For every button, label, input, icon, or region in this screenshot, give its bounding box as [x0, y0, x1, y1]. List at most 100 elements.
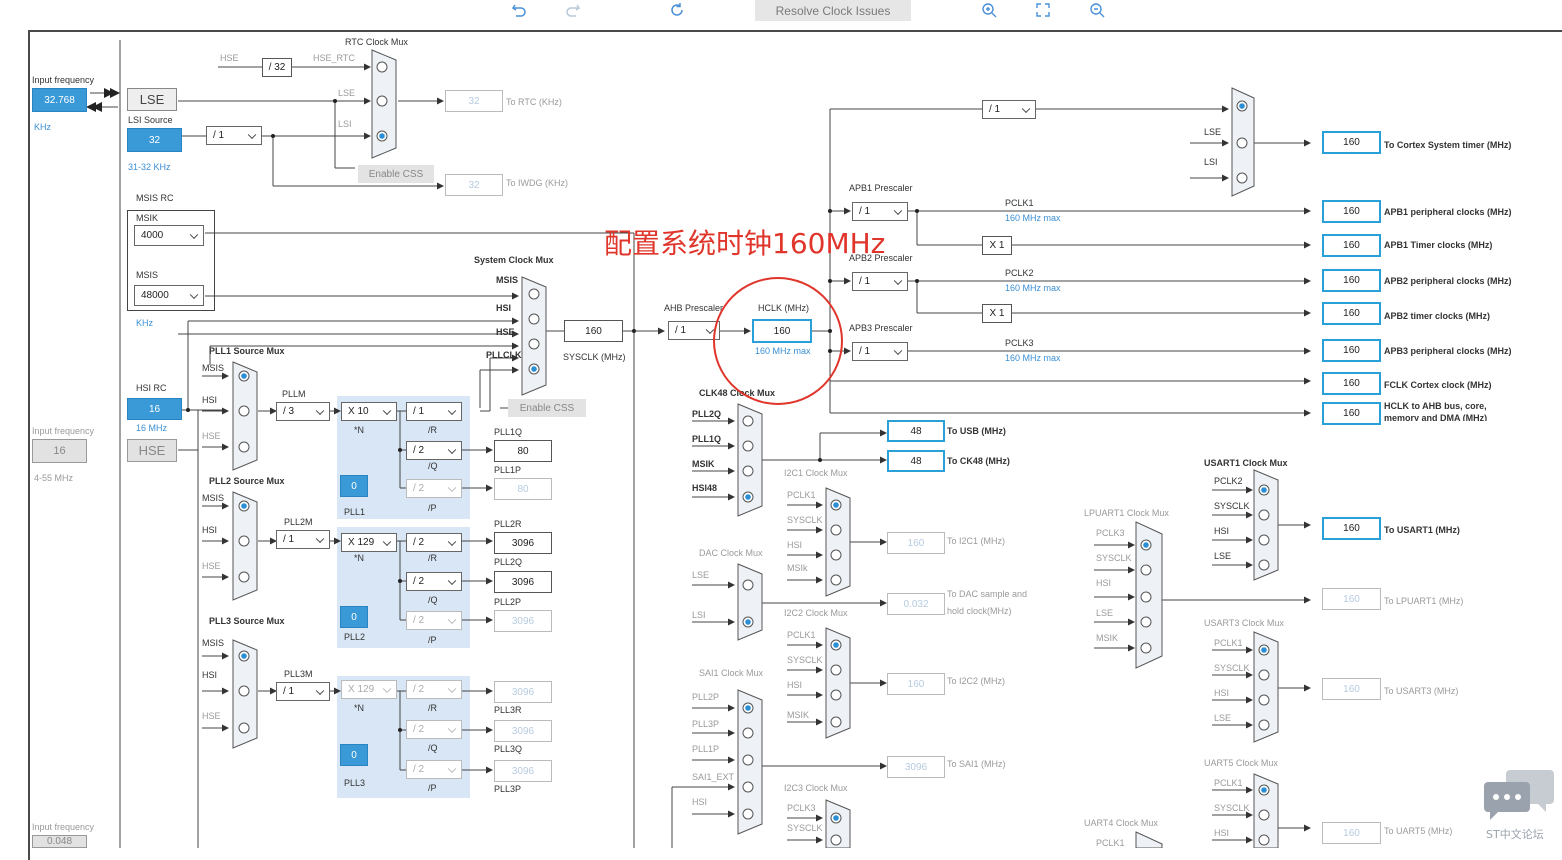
- hsi-unit: 16 MHz: [136, 423, 168, 433]
- pll2-fractional[interactable]: 0: [340, 606, 368, 628]
- cortex-output[interactable]: 160: [1322, 131, 1381, 154]
- pll1n-select[interactable]: X 10: [341, 402, 397, 421]
- apb1-prescaler-select[interactable]: / 1: [852, 202, 908, 221]
- pll3q-output: 3096: [494, 720, 552, 742]
- pll3r-output: 3096: [494, 681, 552, 703]
- rtc-hse-divider[interactable]: / 32: [262, 58, 292, 77]
- pllm-select[interactable]: / 3: [276, 402, 330, 421]
- usart1-in-hsi: HSI: [1214, 526, 1230, 536]
- usb-output-label: To USB (MHz): [947, 426, 1006, 436]
- i2c1-in-pclk1: PCLK1: [787, 490, 816, 500]
- sai1-in-pll3p: PLL3P: [692, 719, 720, 729]
- pll3-hsi-label: HSI: [202, 670, 218, 680]
- usart1-output[interactable]: 160: [1322, 517, 1381, 540]
- lpuart1-mux-label: LPUART1 Clock Mux: [1084, 508, 1169, 518]
- usart3-in-pclk1: PCLK1: [1214, 638, 1243, 648]
- apb3-prescaler-label: APB3 Prescaler: [849, 323, 913, 333]
- pll1q-output: 80: [494, 440, 552, 462]
- pll3r-select[interactable]: / 2: [406, 680, 462, 699]
- pll3n-select[interactable]: X 129: [341, 680, 397, 699]
- pll3p-select[interactable]: / 2: [406, 760, 462, 779]
- usart1-in-pclk2: PCLK2: [1214, 476, 1243, 486]
- lse-source[interactable]: LSE: [127, 88, 177, 111]
- pll3q-select[interactable]: / 2: [406, 720, 462, 739]
- cortex-lse-label: LSE: [1204, 127, 1222, 137]
- msis-select[interactable]: 48000: [134, 285, 204, 306]
- pll1p-output: 80: [494, 478, 552, 500]
- hclk-highlight-circle: [713, 277, 843, 405]
- hse-rtc-label: HSE_RTC: [313, 53, 355, 63]
- lsi-value[interactable]: 32: [127, 128, 182, 152]
- pll3-fractional[interactable]: 0: [340, 744, 368, 766]
- hse-source[interactable]: HSE: [127, 439, 177, 462]
- hclk-bus-output[interactable]: 160: [1322, 402, 1381, 425]
- sysclk-value[interactable]: 160: [564, 320, 623, 342]
- usb-output[interactable]: 48: [887, 420, 945, 442]
- pll1q-select[interactable]: / 2: [406, 441, 462, 460]
- sai1-mux-label: SAI1 Clock Mux: [699, 668, 764, 678]
- fclk-output[interactable]: 160: [1322, 372, 1381, 395]
- uart4-mux-label: UART4 Clock Mux: [1084, 818, 1158, 828]
- usart1-output-label: To USART1 (MHz): [1384, 525, 1460, 535]
- pclk1-max: 160 MHz max: [1005, 213, 1061, 223]
- clk48-in-hsi48: HSI48: [692, 483, 718, 493]
- uart5-mux-label: UART5 Clock Mux: [1204, 758, 1278, 768]
- pll2p-label: /P: [428, 635, 437, 645]
- rtc-mux-label: RTC Clock Mux: [345, 37, 408, 47]
- clk48-in-pll1q: PLL1Q: [692, 434, 722, 444]
- rtc-lse-label: LSE: [338, 88, 356, 98]
- clk48-in-msik: MSIK: [692, 459, 715, 469]
- pll2r-label: /R: [428, 553, 437, 563]
- apb1-timer-label: APB1 Timer clocks (MHz): [1384, 240, 1493, 250]
- pll2m-select[interactable]: / 1: [276, 530, 330, 549]
- apb3-peripheral-output[interactable]: 160: [1322, 339, 1381, 362]
- pll2r-output-label: PLL2R: [494, 519, 522, 529]
- lsi-divider-select[interactable]: / 1: [206, 126, 262, 145]
- uart4-in-pclk1: PCLK1: [1096, 838, 1125, 848]
- lsi-source-label: LSI Source: [128, 115, 173, 125]
- sai1-in-ext: SAI1_EXT: [692, 772, 735, 782]
- hsi-rc-label: HSI RC: [136, 383, 167, 393]
- pll1r-select[interactable]: / 1: [406, 402, 462, 421]
- pll2p-select[interactable]: / 2: [406, 611, 462, 630]
- lpuart1-in-msik: MSIK: [1096, 633, 1119, 643]
- ck48-output[interactable]: 48: [887, 450, 945, 472]
- lse-frequency-input[interactable]: 32.768: [32, 88, 87, 112]
- pll2n-select[interactable]: X 129: [341, 533, 397, 552]
- pll2q-select[interactable]: / 2: [406, 572, 462, 591]
- i2c2-mux-label: I2C2 Clock Mux: [784, 608, 848, 618]
- bottom-frequency-input[interactable]: 0.048: [32, 835, 87, 848]
- usart1-mux-label: USART1 Clock Mux: [1204, 458, 1288, 468]
- cortex-divider-select[interactable]: / 1: [982, 100, 1036, 119]
- sysclk-in-msis: MSIS: [496, 275, 519, 285]
- apb2-prescaler-select[interactable]: / 1: [852, 272, 908, 291]
- clk48-in-pll2q: PLL2Q: [692, 409, 722, 419]
- msis-unit: KHz: [136, 318, 154, 328]
- pclk2-label: PCLK2: [1005, 268, 1034, 278]
- hse-frequency-input[interactable]: 16: [32, 439, 87, 463]
- usart1-in-sysclk: SYSCLK: [1214, 501, 1250, 511]
- apb1-peripheral-output[interactable]: 160: [1322, 200, 1381, 223]
- lpuart1-in-sysclk: SYSCLK: [1096, 553, 1132, 563]
- pll1p-label: /P: [428, 503, 437, 513]
- sysclk-in-hse: HSE: [496, 327, 515, 337]
- pll1p-select[interactable]: / 2: [406, 479, 462, 498]
- i2c2-output: 160: [887, 673, 945, 695]
- pll1-fractional[interactable]: 0: [340, 475, 368, 497]
- apb1-timer-output[interactable]: 160: [1322, 234, 1381, 257]
- hsi-value[interactable]: 16: [127, 398, 182, 420]
- i2c1-in-hsi: HSI: [787, 540, 803, 550]
- apb2-peripheral-output[interactable]: 160: [1322, 269, 1381, 292]
- dac-output-label-line1: To DAC sample and: [947, 589, 1028, 599]
- i2c3-mux-label: I2C3 Clock Mux: [784, 783, 848, 793]
- rtc-enable-css-button[interactable]: Enable CSS: [358, 165, 434, 183]
- pll2-hse-label: HSE: [202, 561, 221, 571]
- pll2r-select[interactable]: / 2: [406, 533, 462, 552]
- apb3-prescaler-select[interactable]: / 1: [852, 342, 908, 361]
- msik-select[interactable]: 4000: [134, 225, 204, 246]
- sysclk-enable-css-button[interactable]: Enable CSS: [508, 399, 586, 417]
- apb2-timer-output[interactable]: 160: [1322, 302, 1381, 325]
- dac-output: 0.032: [887, 593, 945, 615]
- pll3m-select[interactable]: / 1: [276, 682, 330, 701]
- iwdg-output-label: To IWDG (KHz): [506, 178, 568, 188]
